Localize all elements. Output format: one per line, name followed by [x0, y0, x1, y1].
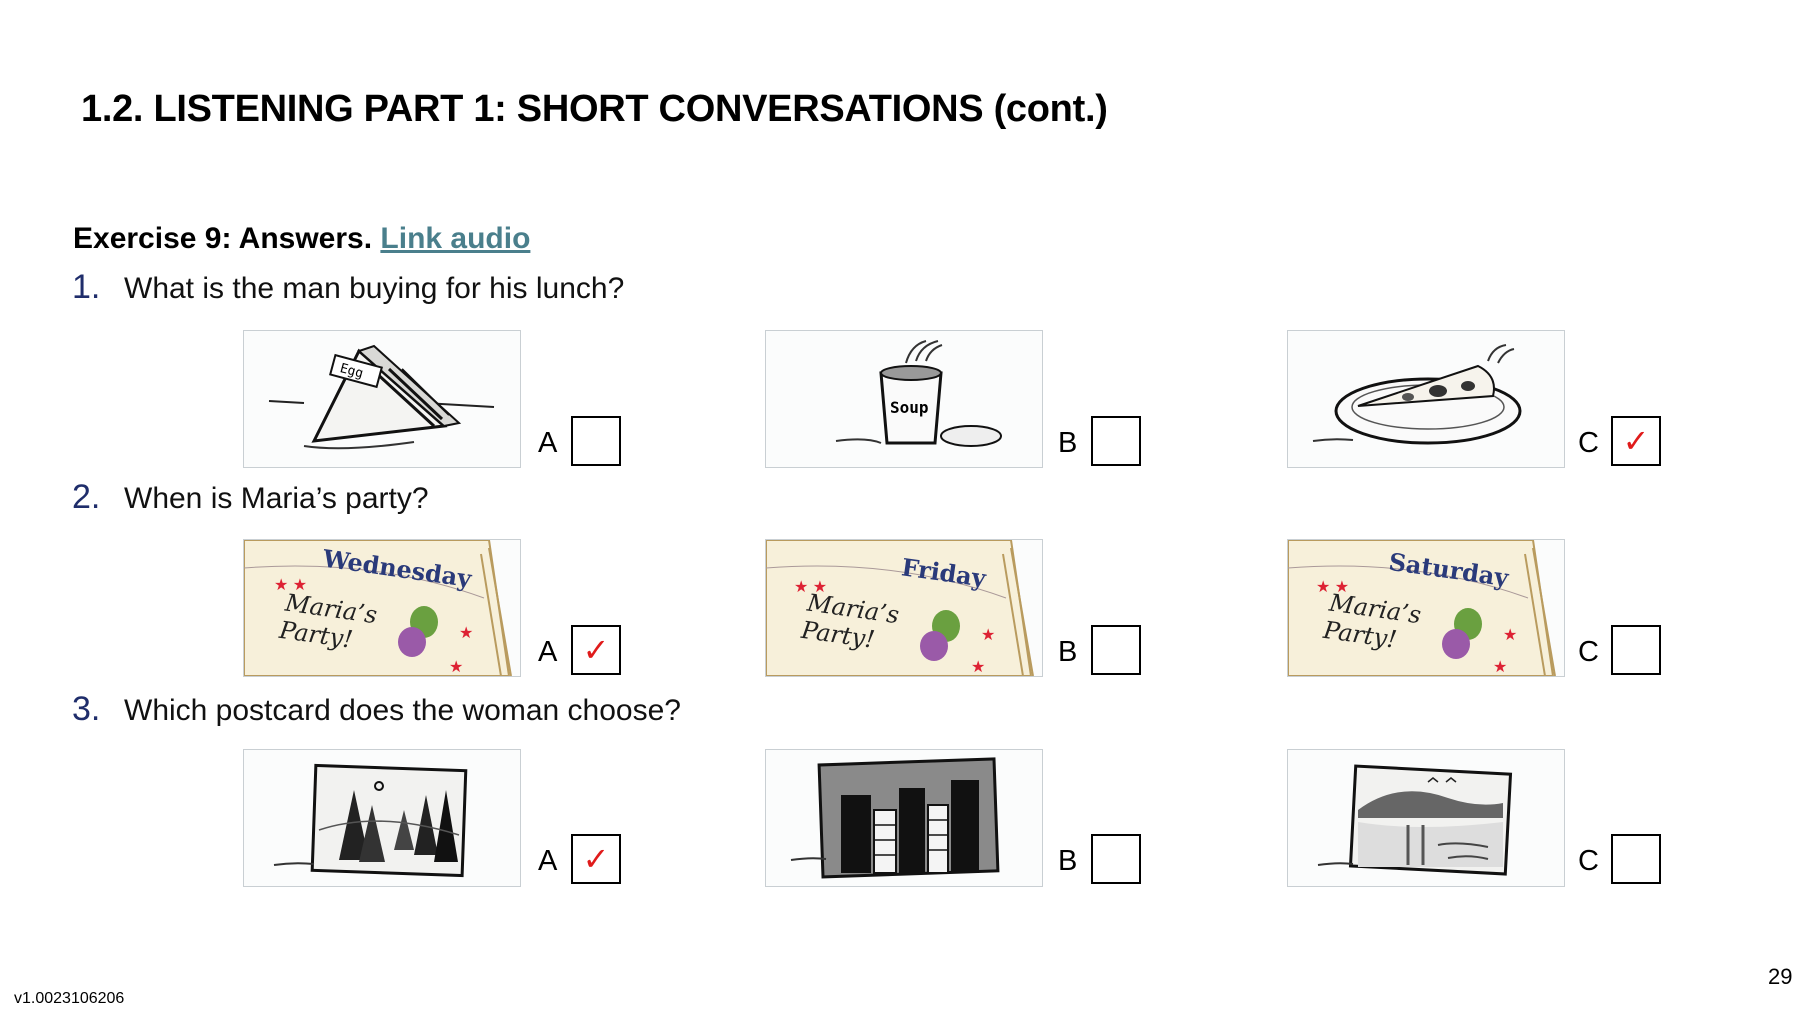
saturday-invite-image: Saturday Maria’s Party! ★ ★ ★ ★ [1287, 539, 1565, 677]
option-label: C [1578, 636, 1599, 668]
answer-checkbox-1a[interactable] [571, 416, 621, 466]
option-label: B [1058, 427, 1078, 459]
svg-text:★: ★ [971, 659, 985, 676]
svg-text:★: ★ [981, 627, 995, 644]
exercise-heading-text: Exercise 9: Answers. [73, 222, 373, 255]
pizza-slice-image [1287, 330, 1565, 468]
check-mark-icon: ✓ [582, 840, 610, 878]
option-label: C [1578, 845, 1599, 877]
question-number: 3. [72, 690, 101, 728]
soup-cup-image: Soup [765, 330, 1043, 468]
answer-checkbox-3a[interactable]: ✓ [571, 834, 621, 884]
page-number: 29 [1768, 964, 1793, 989]
question-text: Which postcard does the woman choose? [124, 694, 681, 727]
question-text: When is Maria’s party? [124, 482, 429, 515]
check-mark-icon: ✓ [582, 631, 610, 669]
question-number: 2. [72, 478, 101, 516]
version-label: v1.0023106206 [14, 990, 125, 1007]
question-1: 1. What is the man buying for his lunch? [72, 268, 624, 307]
option-label: A [538, 427, 558, 459]
check-mark-icon: ✓ [1622, 422, 1650, 460]
answer-checkbox-2b[interactable] [1091, 625, 1141, 675]
soup-label: Soup [890, 398, 929, 417]
exercise-heading: Exercise 9: Answers. Link audio [73, 222, 530, 256]
svg-text:★: ★ [449, 659, 463, 676]
svg-text:★ ★: ★ ★ [1316, 579, 1349, 596]
question-3: 3. Which postcard does the woman choose? [72, 690, 681, 729]
option-label: C [1578, 427, 1599, 459]
option-label: A [538, 845, 558, 877]
option-label: A [538, 636, 558, 668]
egg-sandwich-image: Egg [243, 330, 521, 468]
answer-checkbox-3b[interactable] [1091, 834, 1141, 884]
svg-text:★: ★ [459, 625, 473, 642]
answer-checkbox-1c[interactable]: ✓ [1611, 416, 1661, 466]
forest-postcard-image [243, 749, 521, 887]
link-audio[interactable]: Link audio [380, 222, 530, 255]
question-number: 1. [72, 268, 101, 306]
friday-invite-image: Friday Maria’s Party! ★ ★ ★ ★ [765, 539, 1043, 677]
svg-text:★ ★: ★ ★ [274, 577, 307, 594]
question-2: 2. When is Maria’s party? [72, 478, 429, 517]
answer-checkbox-2c[interactable] [1611, 625, 1661, 675]
svg-text:★ ★: ★ ★ [794, 579, 827, 596]
answer-checkbox-2a[interactable]: ✓ [571, 625, 621, 675]
svg-text:★: ★ [1503, 627, 1517, 644]
lake-postcard-image [1287, 749, 1565, 887]
answer-checkbox-3c[interactable] [1611, 834, 1661, 884]
city-postcard-image [765, 749, 1043, 887]
option-label: B [1058, 636, 1078, 668]
answer-checkbox-1b[interactable] [1091, 416, 1141, 466]
option-label: B [1058, 845, 1078, 877]
wednesday-invite-image: Wednesday Maria’s Party! ★ ★ ★ ★ [243, 539, 521, 677]
slide-title: 1.2. LISTENING PART 1: SHORT CONVERSATIO… [81, 88, 1108, 130]
svg-text:★: ★ [1493, 659, 1507, 676]
question-text: What is the man buying for his lunch? [124, 272, 625, 305]
